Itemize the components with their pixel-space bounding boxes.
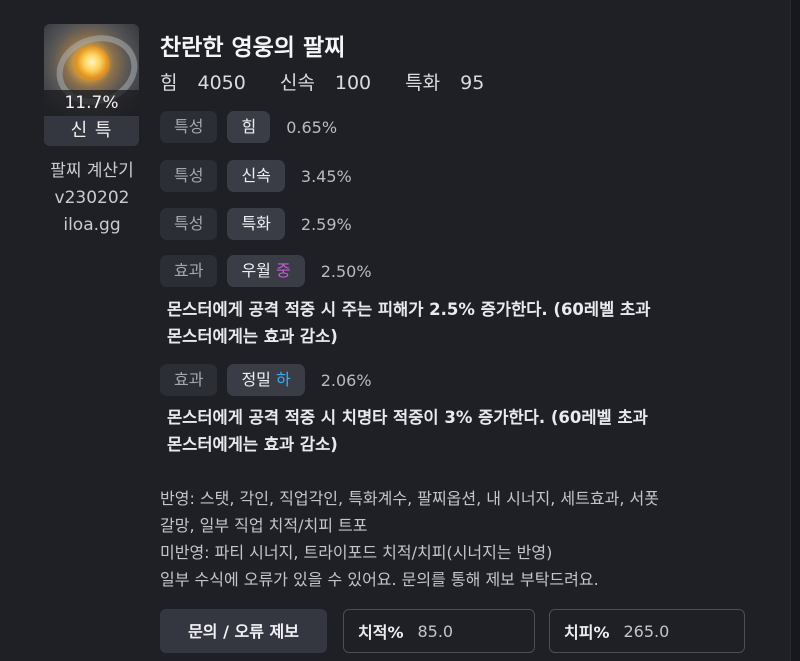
note-line: 미반영: 파티 시너지, 트라이포드 치적/치피(시너지는 반영) xyxy=(160,543,553,562)
option-kind-chip: 특성 xyxy=(160,160,218,192)
option-row-specialization: 특성 특화 2.59% xyxy=(160,208,352,240)
item-quality-percent: 11.7% xyxy=(44,90,139,116)
option-name-chip[interactable]: 정밀 하 xyxy=(227,364,305,396)
app-name: 팔찌 계산기 xyxy=(50,161,134,181)
crit-rate-field[interactable]: 치적% xyxy=(343,609,535,653)
app-info: 팔찌 계산기 v230202 iloa.gg xyxy=(30,158,154,239)
option-grade: 중 xyxy=(276,261,291,280)
option-kind-chip: 특성 xyxy=(160,111,218,143)
crit-damage-label: 치피% xyxy=(564,623,610,642)
option-grade: 하 xyxy=(276,370,291,389)
base-stat: 힘 4050 xyxy=(160,72,246,94)
option-row-swiftness: 특성 신속 3.45% xyxy=(160,160,352,192)
option-row-precision: 효과 정밀 하 2.06% xyxy=(160,364,372,396)
base-stat: 신속 100 xyxy=(279,72,372,94)
option-kind-chip: 효과 xyxy=(160,364,218,396)
site-link[interactable]: iloa.gg xyxy=(30,212,154,239)
base-stats: 힘 4050 신속 100 특화 95 xyxy=(160,68,512,95)
option-value: 0.65% xyxy=(286,117,338,137)
option-value: 2.06% xyxy=(320,370,372,390)
option-value: 2.59% xyxy=(300,214,352,234)
option-value: 2.50% xyxy=(320,261,372,281)
option-name-chip[interactable]: 신속 xyxy=(227,160,285,192)
option-name-chip[interactable]: 우월 중 xyxy=(227,255,305,287)
item-tier-label: 신 특 xyxy=(44,116,139,146)
note-line: 일부 수식에 오류가 있을 수 있어요. 문의를 통해 제보 부탁드려요. xyxy=(160,570,599,589)
calculation-notes: 반영: 스탯, 각인, 직업각인, 특화계수, 팔찌옵션, 내 시너지, 세트효… xyxy=(160,485,760,593)
note-line: 갈망, 일부 직업 치적/치피 트포 xyxy=(160,516,368,535)
item-title: 찬란한 영웅의 팔찌 xyxy=(160,35,346,61)
option-row-superiority: 효과 우월 중 2.50% xyxy=(160,255,372,287)
crit-damage-input[interactable] xyxy=(623,621,724,641)
option-value: 3.45% xyxy=(300,166,352,186)
option-kind-chip: 효과 xyxy=(160,255,218,287)
crit-rate-label: 치적% xyxy=(358,623,404,642)
crit-damage-field[interactable]: 치피% xyxy=(549,609,745,653)
app-version: v230202 xyxy=(54,188,130,208)
note-line: 반영: 스탯, 각인, 직업각인, 특화계수, 팔찌옵션, 내 시너지, 세트효… xyxy=(160,489,659,508)
option-kind-chip: 특성 xyxy=(160,208,218,240)
option-description-precision: 몬스터에게 공격 적중 시 치명타 적중이 3% 증가한다. (60레벨 초과 … xyxy=(167,408,648,454)
base-stat: 특화 95 xyxy=(405,72,485,94)
option-description-superiority: 몬스터에게 공격 적중 시 주는 피해가 2.5% 증가한다. (60레벨 초과… xyxy=(167,300,651,346)
report-error-button[interactable]: 문의 / 오류 제보 xyxy=(160,609,327,653)
option-row-power: 특성 힘 0.65% xyxy=(160,111,337,143)
option-name-chip[interactable]: 특화 xyxy=(227,208,285,240)
item-card: 11.7% 신 특 xyxy=(44,24,139,146)
option-name-chip[interactable]: 힘 xyxy=(227,111,271,143)
crit-rate-input[interactable] xyxy=(417,621,518,641)
bracelet-calculator-panel: 11.7% 신 특 팔찌 계산기 v230202 iloa.gg 찬란한 영웅의… xyxy=(0,0,791,661)
